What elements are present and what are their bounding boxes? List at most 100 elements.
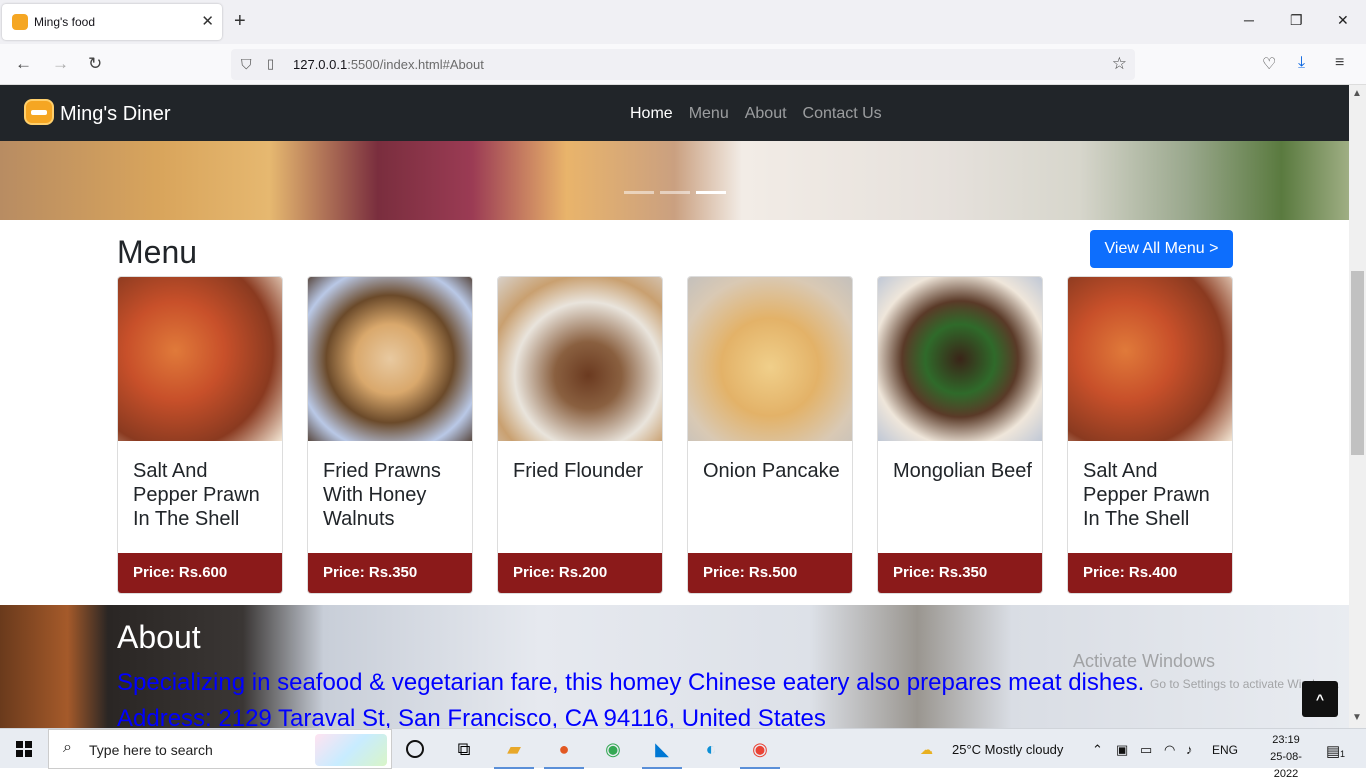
chrome-icon[interactable]: ◉ xyxy=(601,737,625,761)
file-explorer-icon[interactable]: ▰ xyxy=(494,737,534,769)
firefox-icon[interactable]: ● xyxy=(544,737,584,769)
carousel-indicator-3[interactable] xyxy=(696,191,726,194)
dish-title: Fried Prawns With Honey Walnuts xyxy=(323,460,441,530)
weather-icon[interactable]: ☁ xyxy=(920,742,933,758)
dish-title: Onion Pancake xyxy=(703,460,840,482)
edge-icon[interactable]: ◐ xyxy=(699,737,723,761)
weather-text[interactable]: 25°C Mostly cloudy xyxy=(952,742,1063,757)
download-icon[interactable]: ⤓ xyxy=(1298,54,1305,72)
dish-image xyxy=(1068,277,1232,441)
dish-price: Price: Rs.400 xyxy=(1068,553,1232,593)
page-icon: ▯ xyxy=(267,56,275,71)
clock-date: 25-08-2022 xyxy=(1270,751,1302,780)
minimize-button[interactable]: ─ xyxy=(1244,12,1254,28)
new-tab-button[interactable]: + xyxy=(234,10,246,32)
taskbar-search[interactable]: ⌕ Type here to search xyxy=(48,729,392,769)
dish-price: Price: Rs.500 xyxy=(688,553,852,593)
tab-close-icon[interactable]: ✕ xyxy=(201,12,214,30)
windows-taskbar: ⌕ Type here to search ⧉ ▰ ● ◉ ◣ ◐ ◉ ☁ 25… xyxy=(0,728,1366,780)
bookmark-star-icon[interactable]: ☆ xyxy=(1112,54,1127,74)
about-section: About Specializing in seafood & vegetari… xyxy=(0,605,1349,728)
search-placeholder: Type here to search xyxy=(89,742,213,758)
volume-icon[interactable]: ♪ xyxy=(1186,742,1193,757)
shield-icon[interactable]: ⛉ xyxy=(241,56,252,73)
tray-chevron-icon[interactable]: ⌃ xyxy=(1092,742,1103,758)
url-bar[interactable]: ⛉ ▯ 127.0.0.1:5500/index.html#About ☆ xyxy=(231,49,1135,80)
menu-card[interactable]: Onion Pancake Price: Rs.500 xyxy=(687,276,853,594)
dish-image xyxy=(118,277,282,441)
close-window-button[interactable]: ✕ xyxy=(1337,12,1349,29)
clock-time: 23:19 xyxy=(1272,734,1300,746)
menu-card[interactable]: Fried Flounder Price: Rs.200 xyxy=(497,276,663,594)
dish-image xyxy=(308,277,472,441)
dish-title: Salt And Pepper Prawn In The Shell xyxy=(133,460,260,530)
dish-title: Mongolian Beef xyxy=(893,460,1032,482)
url-text[interactable]: 127.0.0.1:5500/index.html#About xyxy=(293,57,484,72)
about-heading: About xyxy=(117,619,201,655)
carousel-indicator-2[interactable] xyxy=(660,191,690,194)
brand-name[interactable]: Ming's Diner xyxy=(60,103,171,126)
dish-title: Salt And Pepper Prawn In The Shell xyxy=(1083,460,1210,530)
menu-card[interactable]: Salt And Pepper Prawn In The Shell Price… xyxy=(1067,276,1233,594)
search-highlight-image xyxy=(315,734,387,766)
chrome-icon-2[interactable]: ◉ xyxy=(740,737,780,769)
vscode-icon[interactable]: ◣ xyxy=(642,737,682,769)
favicon-icon xyxy=(12,14,28,30)
menu-card[interactable]: Salt And Pepper Prawn In The Shell Price… xyxy=(117,276,283,594)
taskbar-clock[interactable]: 23:19 25-08-2022 xyxy=(1262,732,1310,783)
menu-card[interactable]: Mongolian Beef Price: Rs.350 xyxy=(877,276,1043,594)
scroll-thumb[interactable] xyxy=(1351,271,1364,455)
carousel-indicator-1[interactable] xyxy=(624,191,654,194)
search-icon: ⌕ xyxy=(63,739,72,756)
nav-contact[interactable]: Contact Us xyxy=(803,105,882,123)
forward-icon[interactable]: → xyxy=(52,54,69,74)
browser-tab[interactable]: Ming's food ✕ xyxy=(2,4,222,40)
network-icon[interactable]: ◠ xyxy=(1164,742,1175,758)
site-navbar: Ming's Diner Home Menu About Contact Us xyxy=(0,85,1349,141)
view-all-menu-button[interactable]: View All Menu > xyxy=(1090,230,1233,268)
reload-icon[interactable]: ↻ xyxy=(88,54,102,74)
menu-heading: Menu xyxy=(117,234,198,270)
restore-button[interactable]: ❐ xyxy=(1290,12,1303,29)
nav-about[interactable]: About xyxy=(745,105,787,123)
scroll-down-icon[interactable]: ▼ xyxy=(1352,712,1362,723)
tab-title: Ming's food xyxy=(34,15,95,29)
about-text: Specializing in seafood & vegetarian far… xyxy=(117,669,1145,728)
nav-menu[interactable]: Menu xyxy=(689,105,729,123)
cortana-icon[interactable] xyxy=(406,740,424,758)
notification-count: 1 xyxy=(1340,749,1346,759)
page-scrollbar[interactable]: ▲ ▼ xyxy=(1349,85,1366,728)
carousel-indicators xyxy=(624,191,726,194)
nav-links: Home Menu About Contact Us xyxy=(630,105,882,123)
page-viewport: Ming's Diner Home Menu About Contact Us … xyxy=(0,85,1349,728)
dish-price: Price: Rs.350 xyxy=(878,553,1042,593)
dish-price: Price: Rs.600 xyxy=(118,553,282,593)
scroll-up-icon[interactable]: ▲ xyxy=(1352,88,1362,99)
hero-carousel xyxy=(0,141,1349,220)
menu-section: Menu View All Menu > Salt And Pepper Pra… xyxy=(0,220,1349,605)
language-indicator[interactable]: ENG xyxy=(1212,743,1238,757)
menu-card[interactable]: Fried Prawns With Honey Walnuts Price: R… xyxy=(307,276,473,594)
nav-home[interactable]: Home xyxy=(630,105,673,123)
meet-icon[interactable]: ▣ xyxy=(1116,742,1128,758)
browser-toolbar: ← → ↻ ⛉ ▯ 127.0.0.1:5500/index.html#Abou… xyxy=(0,44,1366,85)
back-to-top-button[interactable]: ^ xyxy=(1302,681,1338,717)
notification-icon[interactable]: ▤ xyxy=(1326,742,1340,760)
browser-tab-bar: Ming's food ✕ + ─ ❐ ✕ xyxy=(0,0,1366,44)
dish-price: Price: Rs.200 xyxy=(498,553,662,593)
dish-image xyxy=(878,277,1042,441)
dish-price: Price: Rs.350 xyxy=(308,553,472,593)
brand-logo-icon[interactable] xyxy=(24,99,54,125)
url-path: :5500/index.html#About xyxy=(347,57,484,72)
dish-image xyxy=(498,277,662,441)
menu-hamburger-icon[interactable]: ≡ xyxy=(1335,54,1344,72)
start-button[interactable] xyxy=(16,741,32,757)
url-host: 127.0.0.1 xyxy=(293,57,348,72)
task-view-icon[interactable]: ⧉ xyxy=(452,737,476,761)
dish-title: Fried Flounder xyxy=(513,460,644,482)
pocket-icon[interactable]: ♡ xyxy=(1262,54,1276,74)
battery-icon[interactable]: ▭ xyxy=(1140,742,1152,758)
dish-image xyxy=(688,277,852,441)
back-icon[interactable]: ← xyxy=(15,54,32,74)
activate-windows-watermark: Activate Windows xyxy=(1073,651,1216,671)
